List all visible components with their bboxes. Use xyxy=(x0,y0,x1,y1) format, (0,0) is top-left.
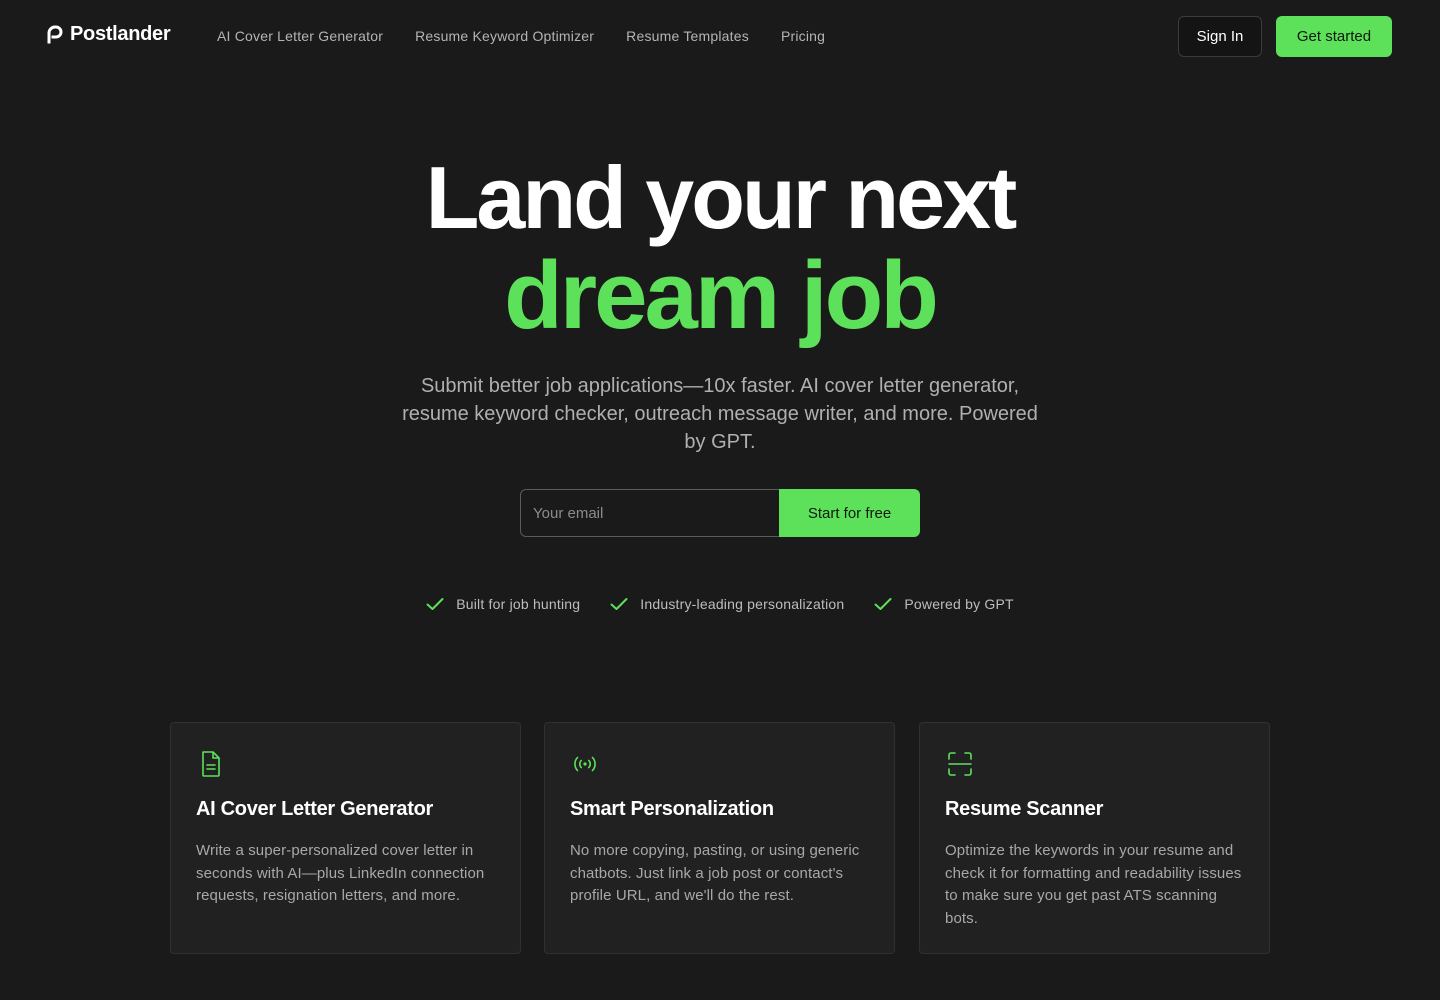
top-nav: Postlander AI Cover Letter Generator Res… xyxy=(0,0,1440,72)
document-icon xyxy=(202,751,220,777)
email-input[interactable] xyxy=(520,489,780,537)
hero-title-line1: Land your next xyxy=(425,148,1018,247)
nav-link-cover-letter-generator[interactable]: AI Cover Letter Generator xyxy=(217,26,383,46)
feature-description: Write a super-personalized cover letter … xyxy=(196,842,485,904)
feature-card-resume-scanner: Resume Scanner Optimize the keywords in … xyxy=(919,722,1270,954)
scan-icon xyxy=(948,752,972,776)
start-for-free-button[interactable]: Start for free xyxy=(779,489,920,537)
feature-title: AI Cover Letter Generator xyxy=(196,798,434,820)
highlight-label: Industry-leading personalization xyxy=(640,596,845,612)
highlight-item: Industry-leading personalization xyxy=(610,594,844,614)
highlight-item: Powered by GPT xyxy=(874,594,1014,614)
feature-card-personalization: Smart Personalization No more copying, p… xyxy=(544,722,895,954)
feature-card-cover-letter: AI Cover Letter Generator Write a super-… xyxy=(170,722,521,954)
broadcast-icon xyxy=(574,756,596,772)
nav-link-keyword-optimizer[interactable]: Resume Keyword Optimizer xyxy=(415,26,594,46)
check-icon xyxy=(610,598,628,610)
highlight-item: Built for job hunting xyxy=(426,594,580,614)
sign-in-button[interactable]: Sign In xyxy=(1178,16,1262,57)
feature-description: Optimize the keywords in your resume and… xyxy=(945,842,1242,927)
brand-logo[interactable]: Postlander xyxy=(46,20,171,48)
feature-title: Resume Scanner xyxy=(945,798,1104,820)
highlights-list: Built for job hunting Industry-leading p… xyxy=(0,594,1440,614)
nav-link-pricing[interactable]: Pricing xyxy=(781,26,825,46)
nav-link-resume-templates[interactable]: Resume Templates xyxy=(626,26,749,46)
get-started-button[interactable]: Get started xyxy=(1276,16,1392,57)
highlight-label: Powered by GPT xyxy=(904,596,1014,612)
feature-description: No more copying, pasting, or using gener… xyxy=(570,842,860,904)
landing-page: Postlander AI Cover Letter Generator Res… xyxy=(0,0,1440,1000)
highlight-label: Built for job hunting xyxy=(456,596,581,612)
check-icon xyxy=(874,598,892,610)
feature-title: Smart Personalization xyxy=(570,798,774,820)
check-icon xyxy=(426,598,444,610)
brand-name: Postlander xyxy=(70,22,171,45)
postlander-logo-icon xyxy=(47,25,63,44)
hero-subtitle: Submit better job applications—10x faste… xyxy=(402,375,1038,453)
nav-links: AI Cover Letter Generator Resume Keyword… xyxy=(217,26,825,46)
hero-title-line2: dream job xyxy=(504,242,939,349)
